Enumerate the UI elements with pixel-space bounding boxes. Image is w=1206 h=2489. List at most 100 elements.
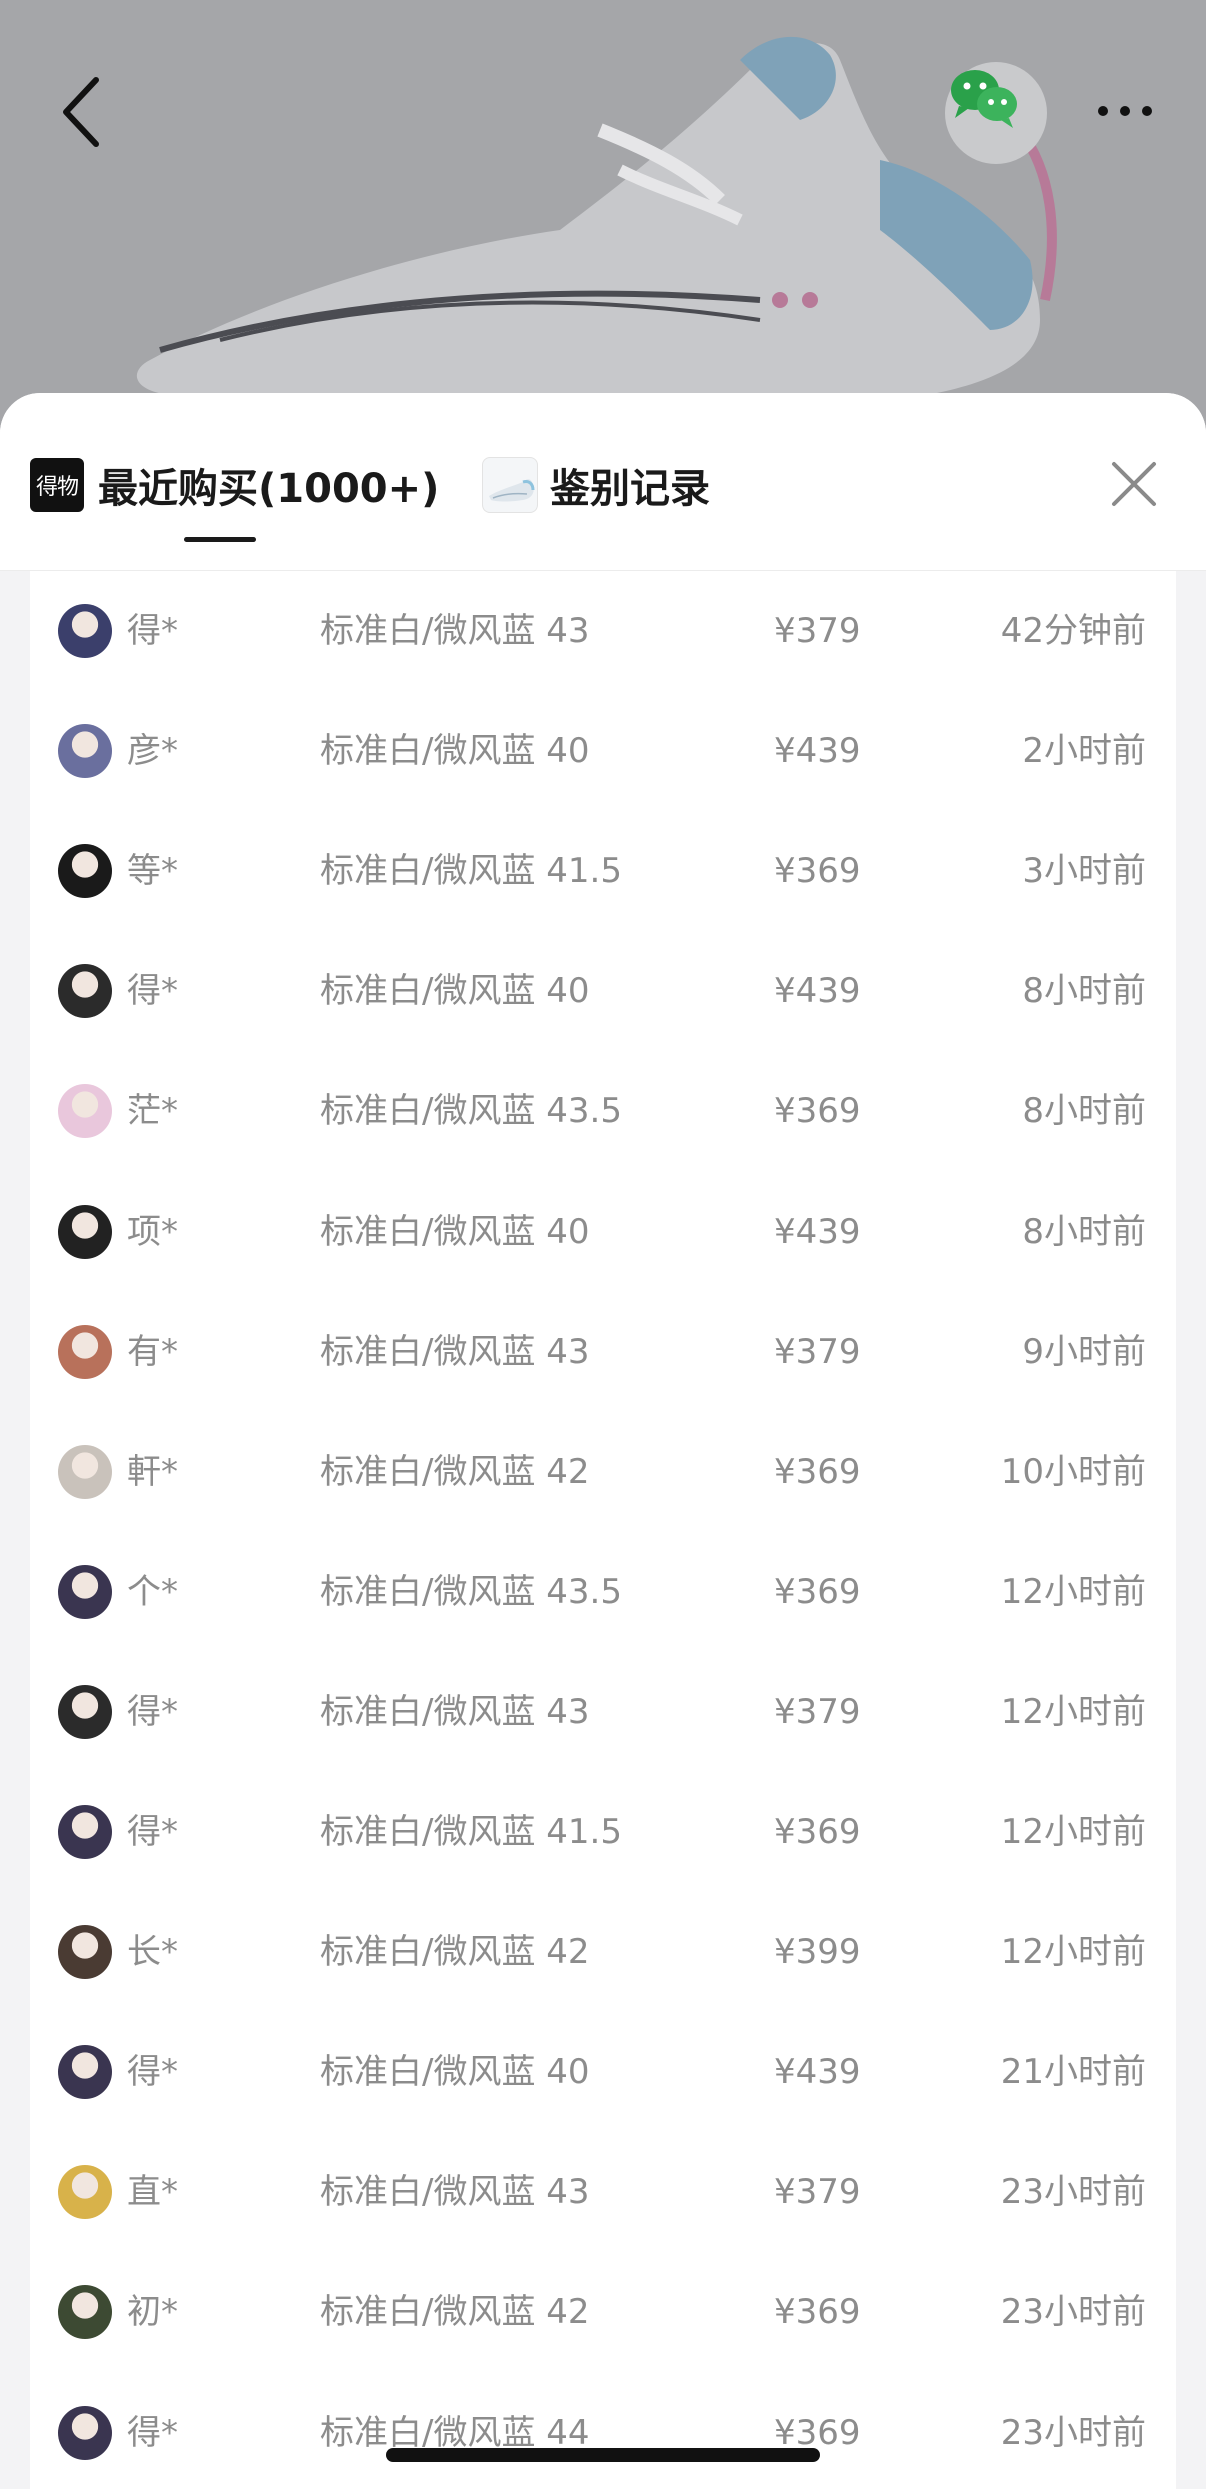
user-name: 軒* xyxy=(127,1452,178,1492)
purchase-price: ¥369 xyxy=(774,1452,861,1492)
active-tab-indicator xyxy=(184,537,256,542)
purchase-row: 得* 标准白/微风蓝 40 ¥439 21小时前 xyxy=(30,2012,1176,2132)
purchase-price: ¥369 xyxy=(774,1572,861,1612)
user-name: 彦* xyxy=(127,731,178,771)
purchase-time: 10小时前 xyxy=(1000,1452,1146,1492)
purchase-price: ¥369 xyxy=(774,1812,861,1852)
purchase-row: 彦* 标准白/微风蓝 40 ¥439 2小时前 xyxy=(30,691,1176,811)
user-name: 得* xyxy=(127,611,178,651)
product-spec: 标准白/微风蓝 43 xyxy=(320,1332,590,1372)
user-name: 初* xyxy=(127,2292,178,2332)
purchase-price: ¥369 xyxy=(774,1091,861,1131)
product-spec: 标准白/微风蓝 40 xyxy=(320,971,590,1011)
purchase-row: 初* 标准白/微风蓝 42 ¥369 23小时前 xyxy=(30,2252,1176,2372)
product-spec: 标准白/微风蓝 40 xyxy=(320,1212,590,1252)
purchase-time: 9小时前 xyxy=(1022,1332,1146,1372)
purchase-time: 23小时前 xyxy=(1000,2172,1146,2212)
user-name: 得* xyxy=(127,1812,178,1852)
chevron-left-icon xyxy=(63,77,99,147)
user-avatar xyxy=(58,1685,112,1739)
purchase-time: 23小时前 xyxy=(1000,2413,1146,2453)
purchase-row: 长* 标准白/微风蓝 42 ¥399 12小时前 xyxy=(30,1892,1176,2012)
tab-authentication-records[interactable]: 鉴别记录 xyxy=(482,455,710,515)
purchase-time: 8小时前 xyxy=(1022,1091,1146,1131)
user-avatar xyxy=(58,2406,112,2460)
home-indicator xyxy=(386,2448,820,2462)
purchase-time: 12小时前 xyxy=(1000,1812,1146,1852)
product-spec: 标准白/微风蓝 43 xyxy=(320,2172,590,2212)
purchase-list: 得* 标准白/微风蓝 43 ¥379 42分钟前彦* 标准白/微风蓝 40 ¥439 2小时… xyxy=(30,571,1176,2489)
user-name: 得* xyxy=(127,1692,178,1732)
purchase-time: 12小时前 xyxy=(1000,1572,1146,1612)
user-avatar xyxy=(58,1084,112,1138)
product-spec: 标准白/微风蓝 42 xyxy=(320,2292,590,2332)
user-avatar xyxy=(58,2165,112,2219)
more-button[interactable] xyxy=(1095,96,1155,126)
user-avatar xyxy=(58,1805,112,1859)
purchase-price: ¥369 xyxy=(774,2292,861,2332)
user-avatar xyxy=(58,1445,112,1499)
user-name: 得* xyxy=(127,971,178,1011)
user-avatar xyxy=(58,2045,112,2099)
user-avatar xyxy=(58,1925,112,1979)
purchase-price: ¥439 xyxy=(774,971,861,1011)
product-spec: 标准白/微风蓝 43 xyxy=(320,611,590,651)
purchase-price: ¥439 xyxy=(774,1212,861,1252)
purchase-row: 茫* 标准白/微风蓝 43.5 ¥369 8小时前 xyxy=(30,1051,1176,1171)
purchase-price: ¥369 xyxy=(774,851,861,891)
user-name: 茫* xyxy=(127,1091,178,1131)
user-name: 得* xyxy=(127,2413,178,2453)
tab-recent-purchases[interactable]: 得物 最近购买(1000+) xyxy=(30,455,439,515)
purchase-row: 得* 标准白/微风蓝 43 ¥379 12小时前 xyxy=(30,1652,1176,1772)
wechat-icon xyxy=(951,70,1017,128)
product-spec: 标准白/微风蓝 43.5 xyxy=(320,1091,622,1131)
user-avatar xyxy=(58,1325,112,1379)
purchase-time: 2小时前 xyxy=(1022,731,1146,771)
purchase-row: 得* 标准白/微风蓝 43 ¥379 42分钟前 xyxy=(30,571,1176,691)
product-spec: 标准白/微风蓝 41.5 xyxy=(320,851,622,891)
purchase-row: 得* 标准白/微风蓝 44 ¥369 23小时前 xyxy=(30,2373,1176,2489)
purchase-row: 有* 标准白/微风蓝 43 ¥379 9小时前 xyxy=(30,1292,1176,1412)
product-spec: 标准白/微风蓝 42 xyxy=(320,1452,590,1492)
user-avatar xyxy=(58,1205,112,1259)
recent-purchases-sheet: 得物 最近购买(1000+) 鉴别记录 得* 标准白/微风蓝 43 ¥379 42分钟… xyxy=(0,393,1206,2489)
sneaker-image xyxy=(136,36,1057,410)
purchase-row: 得* 标准白/微风蓝 40 ¥439 8小时前 xyxy=(30,931,1176,1051)
user-name: 有* xyxy=(127,1332,178,1372)
purchase-row: 个* 标准白/微风蓝 43.5 ¥369 12小时前 xyxy=(30,1532,1176,1652)
close-icon xyxy=(1112,462,1156,506)
product-spec: 标准白/微风蓝 40 xyxy=(320,2052,590,2092)
purchase-row: 直* 标准白/微风蓝 43 ¥379 23小时前 xyxy=(30,2132,1176,2252)
product-spec: 标准白/微风蓝 42 xyxy=(320,1932,590,1972)
user-avatar xyxy=(58,1565,112,1619)
user-avatar xyxy=(58,844,112,898)
purchase-price: ¥439 xyxy=(774,731,861,771)
sheet-header: 得物 最近购买(1000+) 鉴别记录 xyxy=(0,393,1206,571)
user-name: 项* xyxy=(127,1212,178,1252)
user-name: 长* xyxy=(127,1932,178,1972)
purchase-time: 8小时前 xyxy=(1022,1212,1146,1252)
tab-label: 最近购买(1000+) xyxy=(98,466,440,512)
user-avatar xyxy=(58,724,112,778)
purchase-time: 3小时前 xyxy=(1022,851,1146,891)
purchase-time: 42分钟前 xyxy=(1000,611,1146,651)
product-spec: 标准白/微风蓝 43 xyxy=(320,1692,590,1732)
purchase-price: ¥439 xyxy=(774,2052,861,2092)
more-dots-icon xyxy=(1098,106,1152,116)
product-spec: 标准白/微风蓝 43.5 xyxy=(320,1572,622,1612)
purchase-row: 项* 标准白/微风蓝 40 ¥439 8小时前 xyxy=(30,1172,1176,1292)
purchase-price: ¥379 xyxy=(774,1332,861,1372)
product-spec: 标准白/微风蓝 41.5 xyxy=(320,1812,622,1852)
purchase-row: 等* 标准白/微风蓝 41.5 ¥369 3小时前 xyxy=(30,811,1176,931)
wechat-share-button[interactable] xyxy=(945,62,1047,164)
close-button[interactable] xyxy=(1104,454,1164,514)
user-avatar xyxy=(58,2285,112,2339)
user-avatar xyxy=(58,604,112,658)
purchase-price: ¥379 xyxy=(774,2172,861,2212)
user-name: 直* xyxy=(127,2172,178,2212)
purchase-row: 軒* 标准白/微风蓝 42 ¥369 10小时前 xyxy=(30,1412,1176,1532)
brand-logo: 得物 xyxy=(30,458,84,512)
back-button[interactable] xyxy=(52,72,112,152)
purchase-price: ¥399 xyxy=(774,1932,861,1972)
purchase-time: 12小时前 xyxy=(1000,1932,1146,1972)
